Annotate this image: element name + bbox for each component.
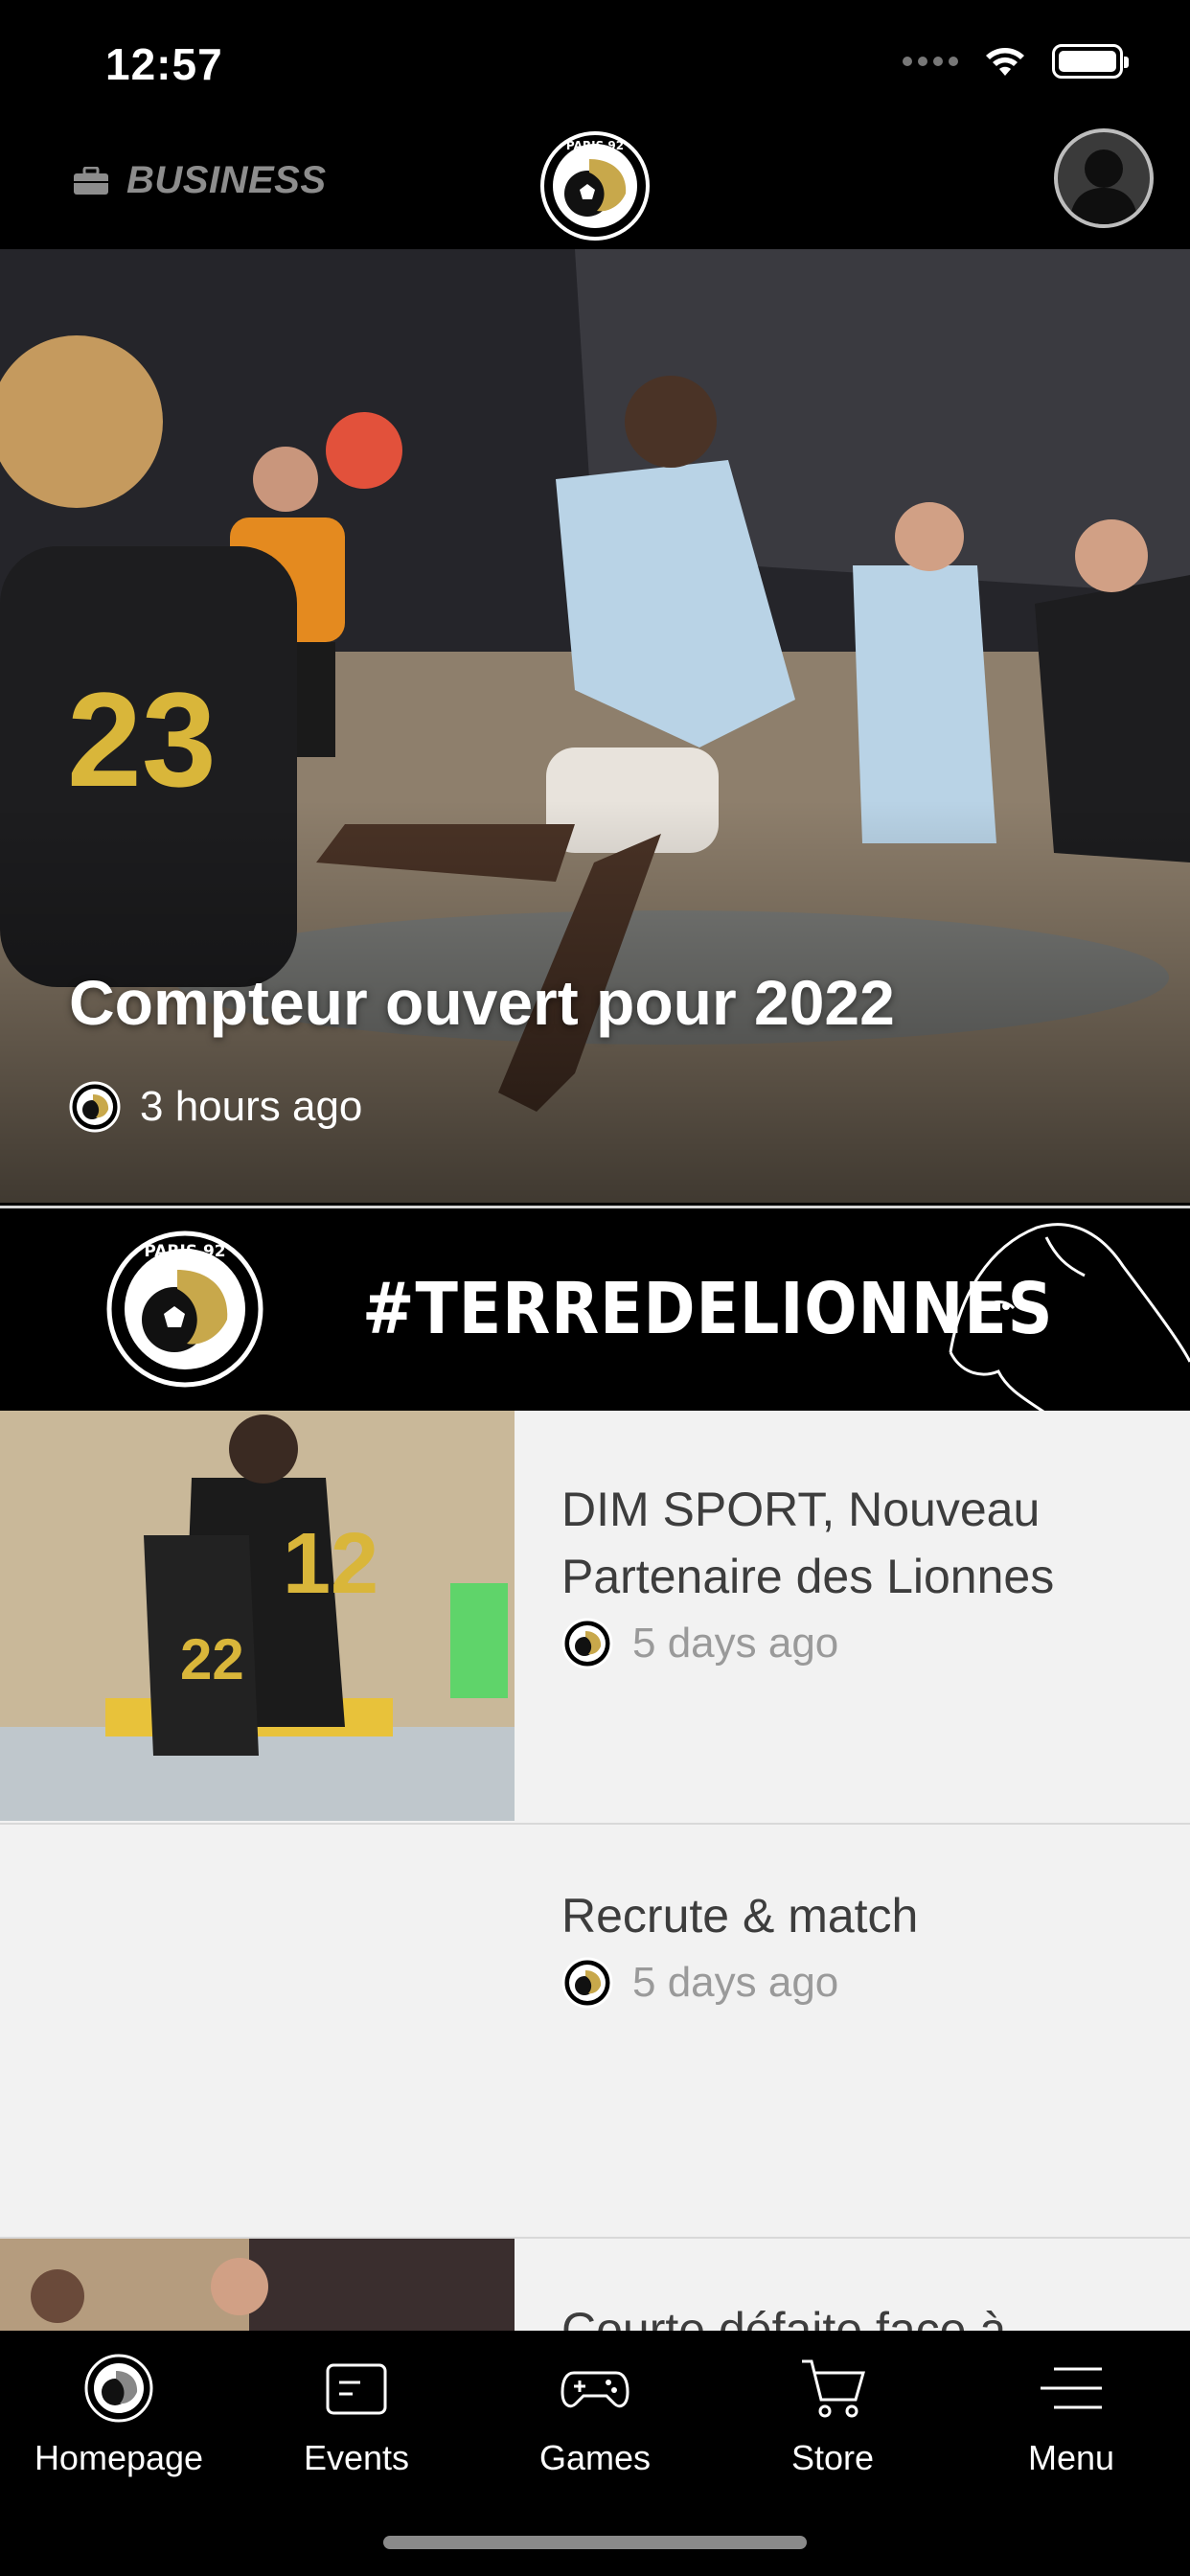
news-item[interactable]: 12 22 DIM SPORT, Nouveau Partenaire des …: [0, 1411, 1190, 1825]
briefcase-icon: [74, 166, 108, 195]
club-logo-text: PARIS 92: [566, 139, 624, 152]
cellular-signal-icon: [903, 57, 958, 66]
tab-label: Games: [538, 2438, 652, 2477]
news-title: DIM SPORT, Nouveau Partenaire des Lionne…: [561, 1483, 1055, 1603]
gamepad-icon: [561, 2371, 629, 2408]
tab-events[interactable]: Events: [261, 2352, 452, 2486]
news-title: Recrute & match: [561, 1889, 919, 1943]
tab-label: Events: [303, 2438, 410, 2477]
news-content: Courte défaite face à: [561, 2296, 1136, 2331]
news-thumbnail-image: 12 22: [0, 1411, 515, 1821]
battery-icon: [1052, 44, 1129, 79]
hero-time: 3 hours ago: [140, 1083, 363, 1130]
news-title: Courte défaite face à: [561, 2303, 1007, 2331]
news-list: 12 22 DIM SPORT, Nouveau Partenaire des …: [0, 1411, 1190, 2331]
business-button[interactable]: BUSINESS: [73, 159, 327, 202]
user-icon: [1069, 150, 1138, 224]
news-item[interactable]: Courte défaite face à: [0, 2239, 1190, 2331]
calendar-icon: [326, 2363, 387, 2415]
news-time: 5 days ago: [632, 1959, 839, 2006]
hero-title: Compteur ouvert pour 2022: [69, 967, 895, 1038]
banner-logo-text: PARIS 92: [144, 1242, 225, 1261]
news-content: Recrute & match 5 days ago: [561, 1882, 1136, 2009]
tab-menu[interactable]: Menu: [975, 2352, 1167, 2486]
cart-icon: [802, 2359, 865, 2418]
wifi-icon: [986, 48, 1024, 76]
tab-store[interactable]: Store: [737, 2352, 928, 2486]
club-logo-icon: [84, 2354, 153, 2423]
tab-games[interactable]: Games: [499, 2352, 691, 2486]
club-logo-banner: PARIS 92: [106, 1230, 263, 1388]
app-header: BUSINESS PARIS 92: [0, 125, 1190, 249]
profile-avatar[interactable]: [1054, 128, 1154, 228]
club-logo-small-icon: [69, 1081, 121, 1133]
news-thumbnail: 12 22: [0, 1411, 515, 1821]
tab-homepage[interactable]: Homepage: [23, 2352, 215, 2486]
hero-article[interactable]: 23 Compteur ouvert pour 2022 3 hours ago: [0, 249, 1190, 1203]
hero-meta: 3 hours ago: [69, 1081, 362, 1133]
tab-label: Homepage: [34, 2438, 204, 2477]
status-icons: [903, 44, 1129, 79]
svg-text:22: 22: [180, 1627, 244, 1691]
status-bar: 12:57: [0, 0, 1190, 125]
menu-icon: [1041, 2367, 1102, 2409]
news-item[interactable]: Recrute & match 5 days ago: [0, 1825, 1190, 2239]
tab-label: Menu: [1027, 2438, 1115, 2477]
news-time: 5 days ago: [632, 1620, 839, 1667]
club-logo-small-icon: [561, 1618, 613, 1669]
news-thumbnail-image: [0, 2239, 515, 2331]
news-meta: 5 days ago: [561, 1957, 1136, 2009]
tab-label: Store: [790, 2438, 875, 2477]
club-logo[interactable]: PARIS 92: [539, 130, 651, 242]
status-time: 12:57: [105, 39, 223, 89]
news-meta: 5 days ago: [561, 1618, 1136, 1669]
lioness-outline-icon: [949, 1223, 1190, 1414]
terre-de-lionnes-banner[interactable]: PARIS 92 #TERREDELIONNES: [0, 1206, 1190, 1414]
home-indicator[interactable]: [383, 2536, 807, 2549]
business-label: BUSINESS: [126, 159, 327, 201]
news-thumbnail: [0, 2239, 515, 2331]
svg-text:23: 23: [67, 664, 217, 815]
svg-text:12: 12: [283, 1516, 378, 1612]
news-content: DIM SPORT, Nouveau Partenaire des Lionne…: [561, 1476, 1136, 1669]
club-logo-small-icon: [561, 1957, 613, 2009]
